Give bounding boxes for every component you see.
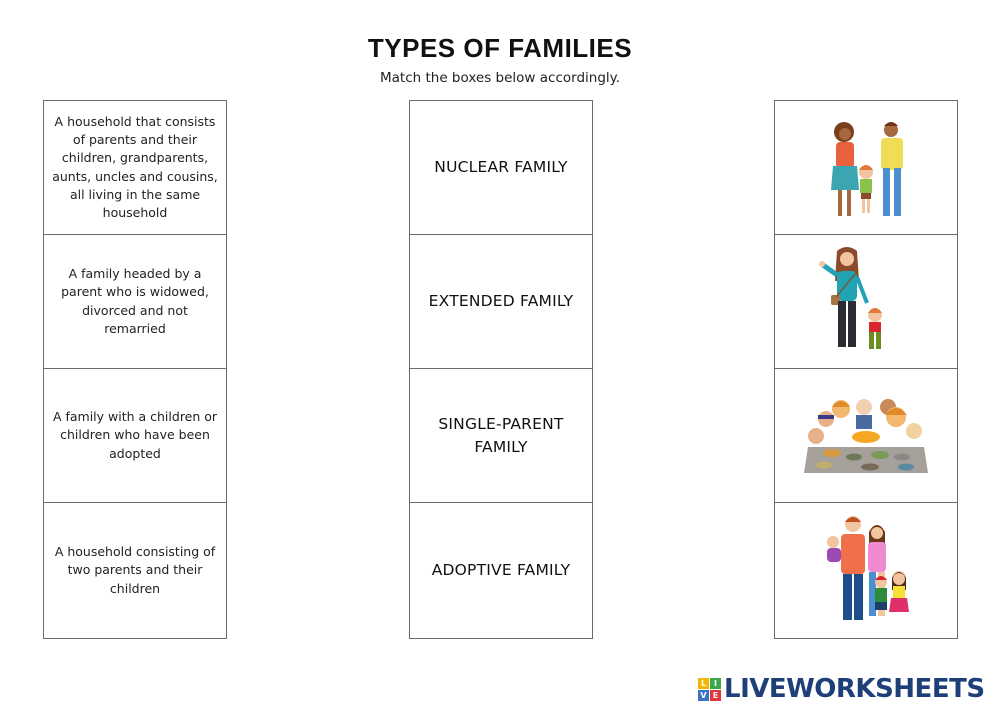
description-box[interactable]: A family headed by a parent who is widow… [44, 235, 226, 369]
family-type-box[interactable]: SINGLE-PARENT FAMILY [410, 369, 592, 503]
badge-letter: E [710, 689, 721, 701]
description-box[interactable]: A household that consists of parents and… [44, 101, 226, 235]
family-type-label: SINGLE-PARENT FAMILY [438, 414, 564, 456]
family-types-column: NUCLEAR FAMILY EXTENDED FAMILY SINGLE-PA… [409, 100, 593, 639]
description-box[interactable]: A household consisting of two parents an… [44, 503, 226, 638]
logo-text: LIVEWORKSHEETS [724, 674, 985, 704]
single-parent-illustration-icon [819, 246, 882, 349]
family-type-box[interactable]: NUCLEAR FAMILY [410, 101, 592, 235]
family-type-box[interactable]: EXTENDED FAMILY [410, 235, 592, 369]
page-title: TYPES OF FAMILIES [367, 33, 633, 63]
family-type-label: NUCLEAR FAMILY [434, 158, 568, 176]
badge-letter: L [698, 677, 709, 689]
family-type-label: EXTENDED FAMILY [428, 292, 574, 310]
adoptive-family-illustration-icon [827, 515, 909, 620]
picture-box[interactable] [775, 235, 957, 369]
liveworksheets-logo: L I V E LIVEWORKSHEETS [698, 674, 985, 704]
description-text: A household that consists of parents and… [52, 113, 218, 221]
live-badge-icon: L I V E [698, 677, 721, 701]
pictures-column [774, 100, 958, 639]
description-text: A family with a children or children who… [52, 409, 218, 461]
family-type-label: ADOPTIVE FAMILY [431, 561, 571, 579]
description-text: A household consisting of two parents an… [54, 544, 216, 596]
extended-family-dinner-illustration-icon [804, 398, 928, 473]
badge-letter: V [698, 689, 709, 701]
instructions: Match the boxes below accordingly. [379, 70, 620, 86]
badge-letter: I [710, 677, 721, 689]
picture-box[interactable] [775, 101, 957, 235]
description-text: A family headed by a parent who is widow… [61, 265, 209, 336]
family-type-box[interactable]: ADOPTIVE FAMILY [410, 503, 592, 638]
picture-box[interactable] [775, 369, 957, 503]
description-box[interactable]: A family with a children or children who… [44, 369, 226, 503]
descriptions-column: A household that consists of parents and… [43, 100, 227, 639]
nuclear-family-illustration-icon [831, 122, 903, 216]
picture-box[interactable] [775, 503, 957, 638]
